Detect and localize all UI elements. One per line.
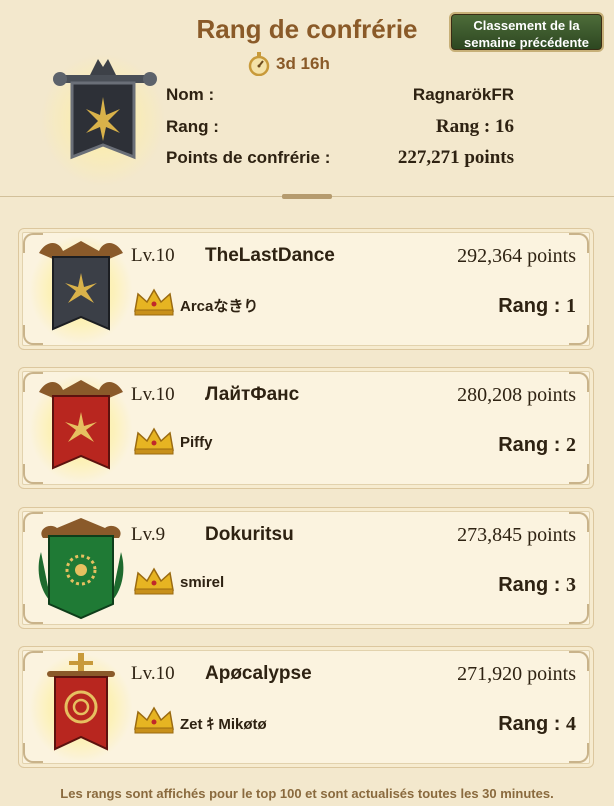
crown-icon	[134, 567, 174, 595]
guild-points: 271,920 points	[457, 663, 576, 685]
guild-level: Lv.10	[131, 384, 175, 405]
points-label: Points de confrérie :	[166, 148, 331, 167]
rank-label: Rang :	[166, 117, 219, 136]
guild-level: Lv.10	[131, 245, 175, 266]
guild-rank: Rang : 3	[498, 574, 576, 597]
previous-week-label-line1: Classement de la	[473, 18, 580, 33]
guild-name-value: RagnarökFR	[412, 85, 514, 104]
guild-leader-name: smirel	[180, 574, 225, 591]
card-corner-ornament	[569, 464, 589, 484]
rank-prefix: Rang :	[498, 713, 566, 735]
guild-points-value: 227,271 points	[397, 147, 514, 168]
guild-level: Lv.10	[131, 663, 175, 684]
winged-star-banner-icon[interactable]	[33, 233, 129, 345]
previous-week-label-line2: semaine précédente	[463, 35, 589, 50]
ranking-card-3[interactable]: Lv.9 Dokuritsu 273,845 points smirel Ran…	[18, 507, 594, 629]
name-label: Nom :	[166, 85, 215, 104]
season-timer: 3d 16h	[248, 52, 330, 76]
timer-text: 3d 16h	[276, 54, 330, 73]
guild-rank: Rang : 2	[498, 434, 576, 457]
guild-banner-icon	[41, 54, 165, 186]
guild-leader-name: Zet ｷ Mikøtø	[180, 716, 267, 733]
own-guild-name-row: Nom : RagnarökFR	[166, 82, 514, 108]
guild-name: ЛайтФанс	[205, 384, 300, 405]
own-guild-rank-row: Rang : Rang : 16	[166, 114, 514, 140]
card-corner-ornament	[569, 604, 589, 624]
rank-prefix: Rang :	[498, 434, 566, 456]
guild-level: Lv.9	[131, 524, 166, 545]
rank-number: 1	[566, 295, 576, 317]
ranking-card-1[interactable]: Lv.10 TheLastDance 292,364 points Arcaなき…	[18, 228, 594, 350]
own-guild-points-row: Points de confrérie : 227,271 points	[166, 145, 514, 171]
guild-rank: Rang : 1	[498, 295, 576, 318]
card-corner-ornament	[569, 325, 589, 345]
guild-rank: Rang : 4	[498, 713, 576, 736]
rank-prefix: Rang :	[498, 295, 566, 317]
rank-number: 3	[566, 574, 576, 596]
sun-wreath-banner-icon[interactable]	[33, 512, 129, 624]
guild-name: Dokuritsu	[205, 524, 294, 545]
crown-icon	[134, 706, 174, 734]
rank-number: 2	[566, 434, 576, 456]
rank-number: 4	[566, 713, 576, 735]
own-guild-emblem[interactable]	[40, 45, 170, 186]
rank-prefix: Rang :	[498, 574, 566, 596]
guild-name: Apøcalypse	[205, 663, 312, 684]
ranking-card-2[interactable]: Lv.10 ЛайтФанс 280,208 points Piffy Rang…	[18, 367, 594, 489]
crown-icon	[134, 288, 174, 316]
guild-leader-name: Arcaなきり	[180, 298, 259, 315]
ranking-info-note: Les rangs sont affichés pour le top 100 …	[60, 786, 554, 801]
stopwatch-icon	[248, 52, 270, 76]
header-divider	[0, 194, 614, 203]
guild-name: TheLastDance	[205, 245, 335, 266]
previous-week-ranking-button[interactable]: Classement de la semaine précédente	[449, 12, 604, 52]
crown-icon	[134, 427, 174, 455]
winged-star-banner-icon[interactable]	[33, 372, 129, 484]
guild-rank-value: Rang : 16	[435, 116, 514, 137]
guild-points: 273,845 points	[457, 524, 576, 546]
ranking-card-4[interactable]: Lv.10 Apøcalypse 271,920 points Zet ｷ Mi…	[18, 646, 594, 768]
guild-points: 292,364 points	[457, 245, 576, 267]
card-corner-ornament	[569, 743, 589, 763]
guild-leader-name: Piffy	[180, 434, 213, 451]
sword-seal-banner-icon[interactable]	[33, 651, 129, 763]
guild-points: 280,208 points	[457, 384, 576, 406]
